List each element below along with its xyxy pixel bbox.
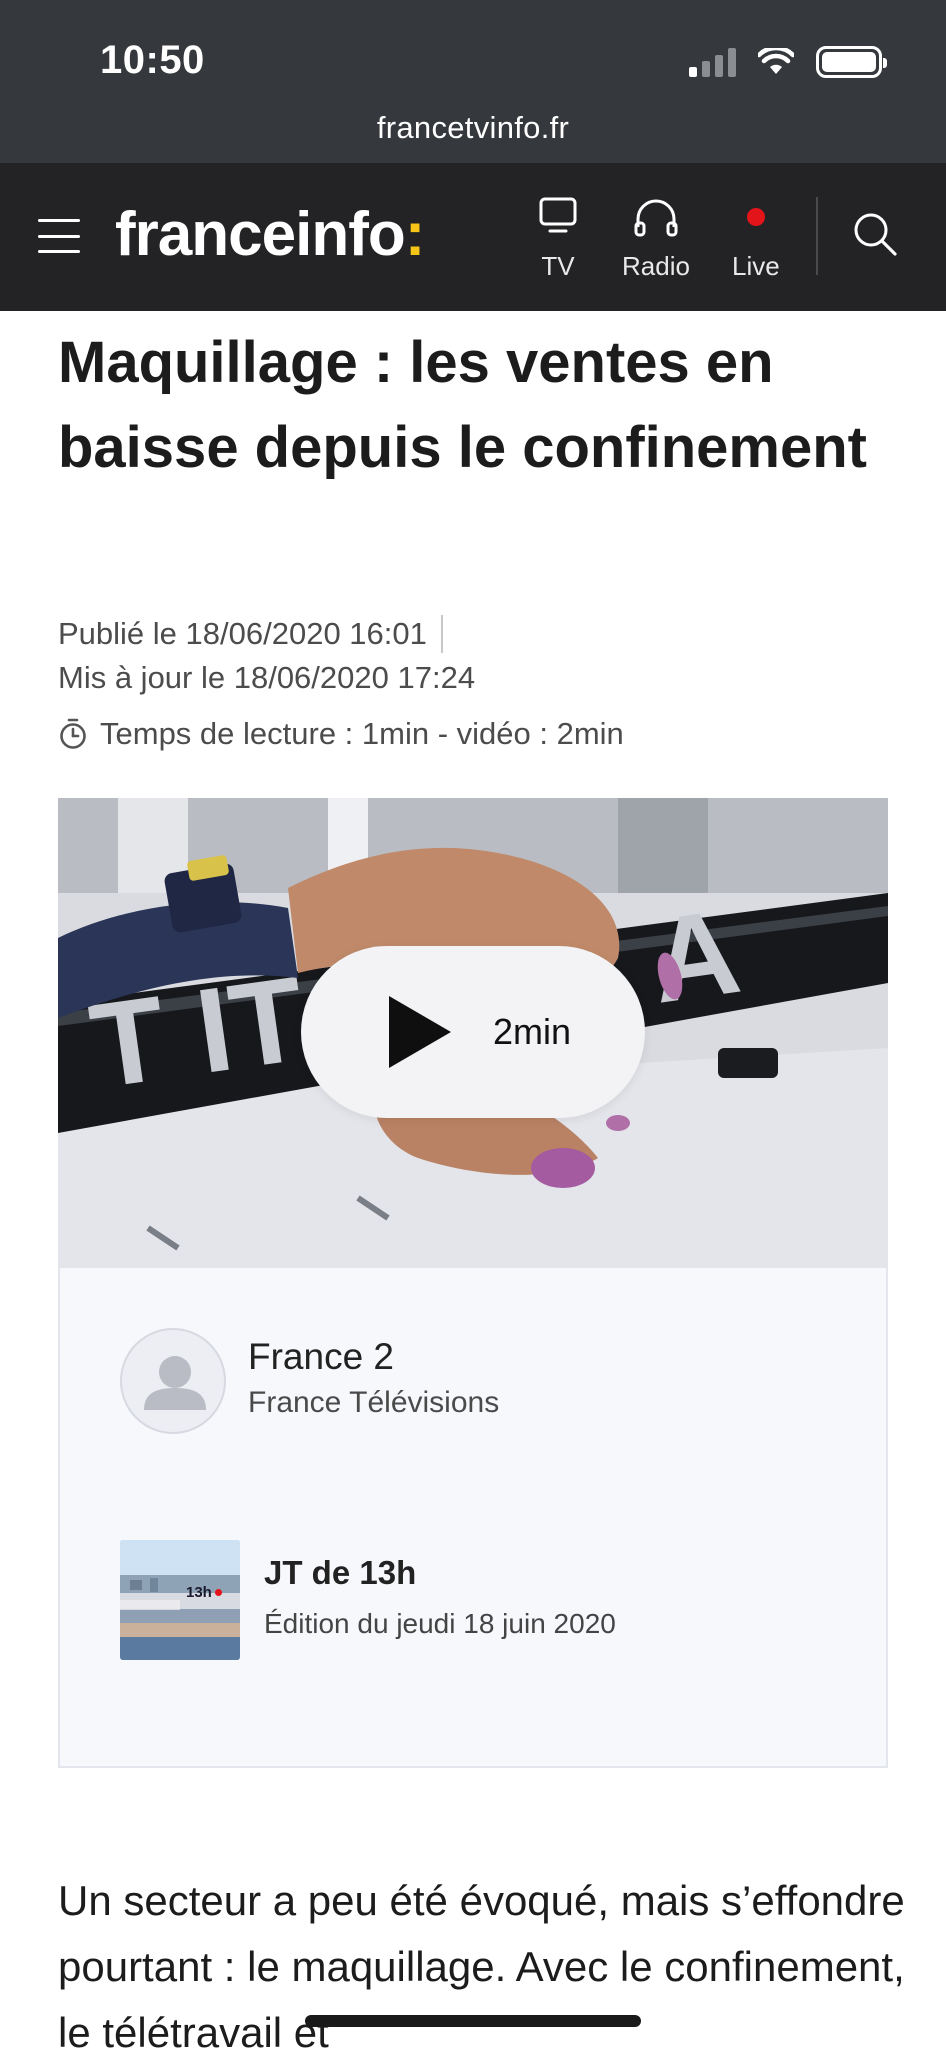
home-indicator[interactable] bbox=[305, 2015, 641, 2027]
url-bar[interactable]: francetvinfo.fr bbox=[0, 110, 946, 146]
nav-radio-label: Radio bbox=[622, 251, 690, 281]
timer-icon bbox=[60, 718, 86, 749]
nav-tv[interactable]: TV bbox=[538, 193, 578, 282]
article-dates: Publié le 18/06/2020 16:01 Mis à jour le… bbox=[58, 612, 475, 700]
channel-organization: France Télévisions bbox=[248, 1386, 500, 1419]
nav-live[interactable]: Live bbox=[732, 193, 780, 282]
status-bar: 10:50 francetvinfo.fr bbox=[0, 0, 946, 163]
meta-divider bbox=[440, 615, 443, 653]
search-icon bbox=[854, 213, 897, 256]
reading-time-text: Temps de lecture : 1min - vidéo : 2min bbox=[100, 716, 624, 751]
play-icon bbox=[389, 996, 451, 1068]
user-icon bbox=[144, 1356, 206, 1410]
show-thumbnail-image bbox=[120, 1540, 240, 1660]
nav-tv-label: TV bbox=[541, 251, 575, 281]
video-info-card: France 2 France Télévisions 13h JT de 13… bbox=[58, 1268, 888, 1768]
video-duration: 2min bbox=[493, 1011, 572, 1052]
nav-radio[interactable]: Radio bbox=[622, 193, 690, 282]
site-header: franceinfo: TV Radio Live bbox=[0, 163, 946, 311]
show-thumbnail-badge: 13h bbox=[186, 1584, 222, 1601]
header-divider bbox=[816, 197, 818, 275]
svg-text:A: A bbox=[643, 884, 747, 1029]
thumb-badge-text: 13h bbox=[186, 1584, 212, 1601]
logo-colon: : bbox=[404, 200, 426, 269]
video-player[interactable]: T IT A 2min bbox=[58, 798, 888, 1268]
channel-name: France 2 bbox=[248, 1336, 395, 1377]
show-title[interactable]: JT de 13h bbox=[264, 1554, 416, 1592]
status-icons bbox=[689, 46, 887, 78]
published-date: Publié le 18/06/2020 16:01 bbox=[58, 616, 427, 651]
franceinfo-logo[interactable]: franceinfo: bbox=[115, 199, 426, 270]
search-button[interactable] bbox=[852, 211, 898, 262]
headphones-icon bbox=[634, 199, 678, 237]
battery-icon bbox=[816, 46, 887, 78]
article-title: Maquillage : les ventes en baisse depuis… bbox=[58, 330, 867, 480]
nav-live-label: Live bbox=[732, 251, 780, 281]
live-dot-icon bbox=[746, 208, 765, 226]
updated-date: Mis à jour le 18/06/2020 17:24 bbox=[58, 660, 476, 695]
reading-time: Temps de lecture : 1min - vidéo : 2min bbox=[58, 716, 624, 752]
play-button[interactable]: 2min bbox=[301, 946, 645, 1118]
status-time: 10:50 bbox=[100, 38, 205, 82]
show-edition-date: Édition du jeudi 18 juin 2020 bbox=[264, 1608, 616, 1639]
avatar bbox=[120, 1328, 226, 1434]
tv-icon bbox=[539, 197, 577, 233]
show-thumbnail[interactable]: 13h bbox=[120, 1540, 240, 1660]
cellular-signal-icon bbox=[689, 47, 736, 77]
logo-text: franceinfo bbox=[115, 200, 406, 269]
hamburger-menu-icon[interactable] bbox=[38, 219, 80, 253]
wifi-icon bbox=[758, 48, 794, 74]
